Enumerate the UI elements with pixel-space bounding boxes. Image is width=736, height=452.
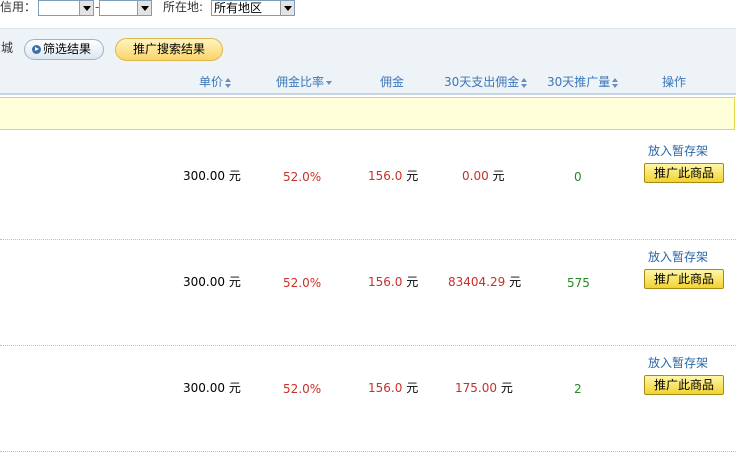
- promote-search-results-button[interactable]: 推广搜索结果: [115, 38, 223, 61]
- rate-cell: 52.0%: [283, 276, 322, 290]
- unit: 元: [406, 381, 419, 395]
- paid-value: 175.00: [455, 381, 497, 395]
- unit: 元: [492, 169, 505, 183]
- promote-item-button[interactable]: 推广此商品: [644, 269, 724, 289]
- column-operation: 操作: [662, 75, 687, 89]
- unit: 元: [228, 275, 241, 289]
- rate-cell: 52.0%: [283, 170, 322, 184]
- column-commission: 佣金: [380, 75, 405, 89]
- table-row: 300.00 元 52.0% 156.0 元 0.00 元 0 放入暂存架 推广…: [0, 133, 736, 240]
- add-to-shelf-link[interactable]: 放入暂存架: [648, 250, 708, 264]
- paid-cell: 0.00 元: [462, 169, 505, 183]
- price-value: 300.00: [183, 169, 225, 183]
- price-value: 300.00: [183, 381, 225, 395]
- table-header: 单价 佣金比率 佣金 30天支出佣金 30天推广量 操作: [0, 71, 736, 95]
- credit-from-select[interactable]: [38, 0, 94, 16]
- commission-value: 156.0: [368, 381, 403, 395]
- column-paid-30d-label: 30天支出佣金: [444, 75, 520, 89]
- filter-results-button[interactable]: 筛选结果: [24, 39, 104, 60]
- commission-cell: 156.0 元: [368, 169, 418, 183]
- filter-bar: 信用： - 所在地: 所有地区: [0, 0, 736, 29]
- unit: 元: [228, 381, 241, 395]
- price-cell: 300.00 元: [183, 169, 241, 183]
- sort-down-icon: [326, 80, 333, 86]
- unit: 元: [406, 275, 419, 289]
- unit: 元: [406, 169, 419, 183]
- price-cell: 300.00 元: [183, 381, 241, 395]
- location-label: 所在地:: [163, 0, 204, 14]
- column-price[interactable]: 单价: [199, 71, 232, 93]
- column-commission-rate[interactable]: 佣金比率: [276, 71, 333, 93]
- paid-value: 0.00: [462, 169, 489, 183]
- unit: 元: [509, 275, 522, 289]
- location-value: 所有地区: [214, 1, 263, 15]
- paid-cell: 83404.29 元: [448, 275, 521, 289]
- count-cell: 0: [574, 170, 582, 184]
- count-cell: 2: [574, 382, 582, 396]
- column-paid-30d[interactable]: 30天支出佣金: [444, 71, 528, 93]
- credit-label: 信用：: [0, 0, 37, 14]
- count-cell: 575: [567, 276, 590, 290]
- commission-value: 156.0: [368, 275, 403, 289]
- rate-cell: 52.0%: [283, 382, 322, 396]
- action-bar: 城 筛选结果 推广搜索结果: [0, 29, 736, 71]
- commission-value: 156.0: [368, 169, 403, 183]
- credit-to-select[interactable]: [99, 0, 152, 16]
- sort-icon: [521, 77, 528, 88]
- unit: 元: [500, 381, 513, 395]
- add-to-shelf-link[interactable]: 放入暂存架: [648, 144, 708, 158]
- chevron-down-icon: [79, 1, 93, 15]
- chevron-down-icon: [280, 1, 294, 15]
- notice-bar: [0, 97, 735, 130]
- location-select[interactable]: 所有地区: [211, 0, 295, 16]
- price-cell: 300.00 元: [183, 275, 241, 289]
- commission-cell: 156.0 元: [368, 381, 418, 395]
- table-row: 300.00 元 52.0% 156.0 元 83404.29 元 575 放入…: [0, 239, 736, 346]
- chevron-down-icon: [137, 1, 151, 15]
- paid-cell: 175.00 元: [455, 381, 513, 395]
- add-to-shelf-link[interactable]: 放入暂存架: [648, 356, 708, 370]
- column-price-label: 单价: [199, 75, 224, 89]
- sort-icon: [225, 77, 232, 88]
- mall-label: 城: [1, 41, 14, 55]
- sort-icon: [612, 77, 619, 88]
- price-value: 300.00: [183, 275, 225, 289]
- paid-value: 83404.29: [448, 275, 506, 289]
- promote-item-button[interactable]: 推广此商品: [644, 163, 724, 183]
- unit: 元: [228, 169, 241, 183]
- column-promo-30d[interactable]: 30天推广量: [547, 71, 619, 93]
- table-row: 300.00 元 52.0% 156.0 元 175.00 元 2 放入暂存架 …: [0, 345, 736, 452]
- promote-item-button[interactable]: 推广此商品: [644, 375, 724, 395]
- play-icon: [32, 45, 41, 54]
- filter-results-label: 筛选结果: [43, 42, 92, 56]
- column-commission-rate-label: 佣金比率: [276, 75, 325, 89]
- commission-cell: 156.0 元: [368, 275, 418, 289]
- column-promo-30d-label: 30天推广量: [547, 75, 611, 89]
